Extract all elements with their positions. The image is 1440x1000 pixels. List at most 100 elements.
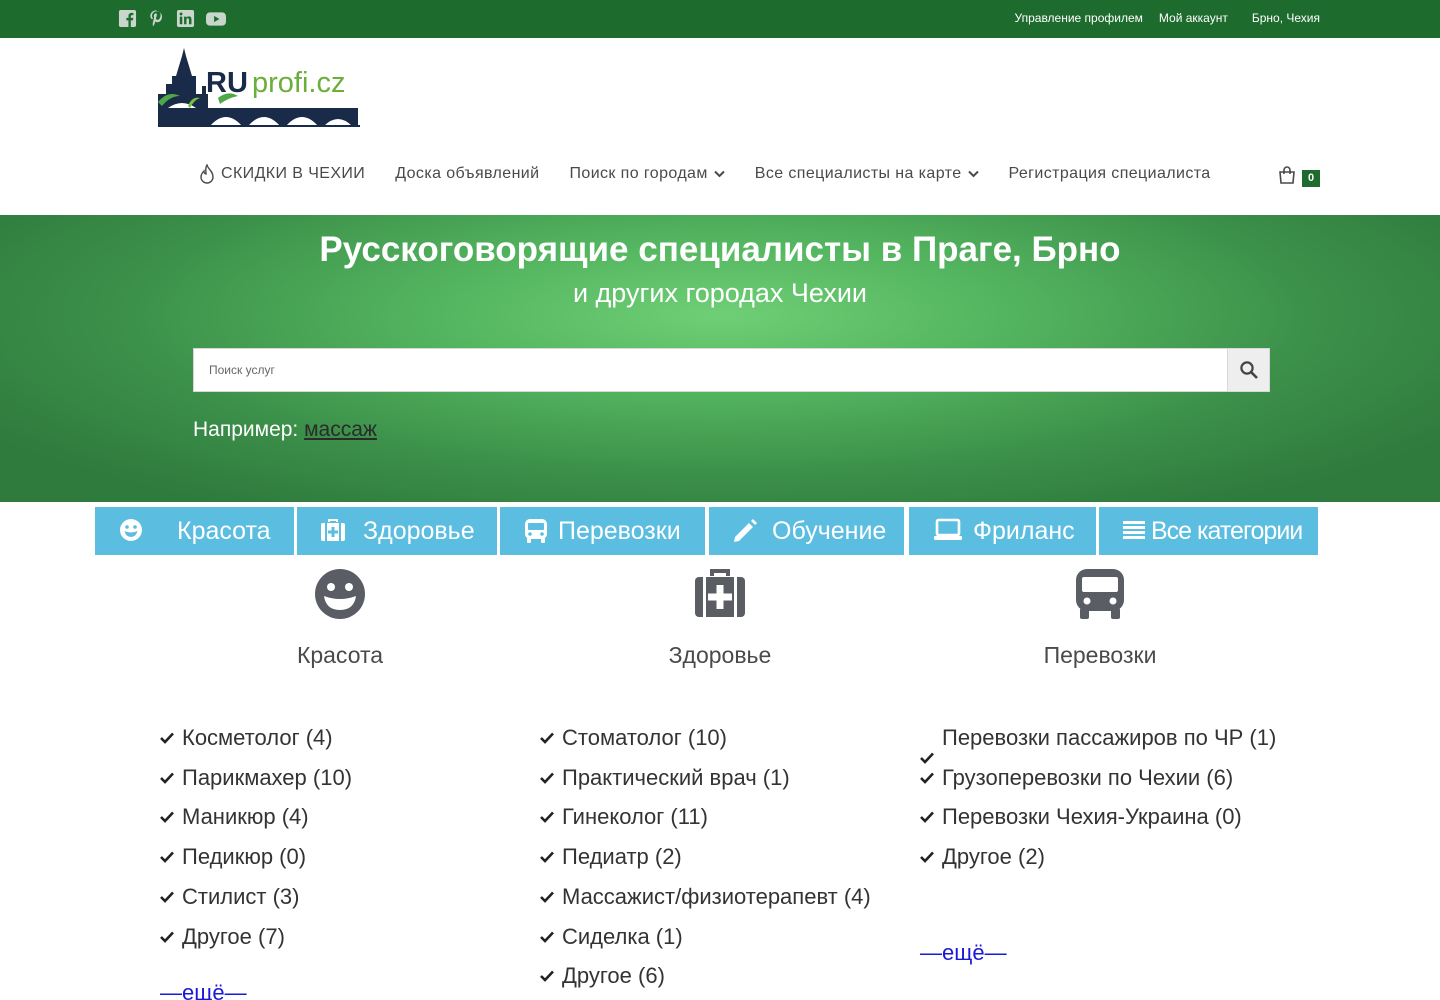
subcategory-list: Косметолог (4) Парикмахер (10) Маникюр (… (160, 718, 520, 956)
site-logo[interactable]: RU profi.cz (158, 46, 360, 130)
list-item-label: Другое (6) (562, 963, 665, 989)
tab-label: Перевозки (558, 517, 681, 545)
linkedin-icon[interactable] (176, 9, 195, 28)
check-icon (540, 812, 554, 824)
check-icon (160, 891, 174, 903)
list-item[interactable]: Другое (7) (160, 917, 520, 957)
hero-subtitle: и других городах Чехии (572, 278, 868, 308)
service-search (193, 348, 1270, 392)
list-item[interactable]: Сиделка (1) (540, 917, 900, 957)
list-item-label: Перевозки пассажиров по ЧР (1) (942, 725, 1277, 750)
nav-item-cities[interactable]: Поиск по городам (570, 165, 725, 183)
list-item-label: Стилист (3) (182, 883, 300, 909)
list-item-label: Грузоперевозки по Чехии (6) (942, 764, 1234, 790)
pinterest-icon[interactable] (147, 9, 166, 28)
facebook-icon[interactable] (118, 9, 137, 28)
example-link[interactable]: массаж (304, 418, 377, 441)
list-item[interactable]: Косметолог (4) (160, 718, 520, 758)
nav-label: Все специалисты на карте (754, 165, 962, 182)
more-link[interactable]: —ещё— (160, 980, 247, 1000)
nav-item-board[interactable]: Доска объявлений (395, 165, 539, 183)
search-example: Например: массаж (193, 418, 377, 442)
tab-label: Красота (177, 517, 271, 545)
top-bar: Управление профилем Мой аккаунт Брно, Че… (0, 0, 1440, 38)
nav-label: СКИДКИ В ЧЕХИИ (221, 165, 366, 182)
subcategory-list: Перевозки пассажиров по ЧР (1) Грузопере… (920, 718, 1280, 877)
city-selector[interactable]: Брно, Чехия (1252, 11, 1320, 25)
list-item-label: Сиделка (1) (562, 923, 683, 949)
list-item-label: Педиатр (2) (562, 844, 682, 870)
list-item[interactable]: Практический врач (1) (540, 758, 900, 798)
list-item[interactable]: Стоматолог (10) (540, 718, 900, 758)
list-item[interactable]: Педикюр (0) (160, 837, 520, 877)
list-item-label: Другое (7) (182, 923, 285, 949)
column-title[interactable]: Перевозки (920, 642, 1280, 669)
hero-banner: Русскоговорящие специалисты в Праге, Брн… (0, 215, 1440, 502)
check-icon (160, 851, 174, 863)
bus-icon (1076, 569, 1124, 619)
more-link[interactable]: —ещё— (920, 940, 1007, 966)
chevron-down-icon (967, 170, 979, 178)
bus-icon (525, 519, 547, 543)
list-item[interactable]: Парикмахер (10) (160, 758, 520, 798)
list-item-label: Парикмахер (10) (182, 764, 353, 790)
list-item[interactable]: Перевозки Чехия-Украина (0) (920, 797, 1280, 837)
list-item[interactable]: Маникюр (4) (160, 797, 520, 837)
tab-all-categories[interactable]: Все категории (1099, 507, 1318, 555)
nav-item-map[interactable]: Все специалисты на карте (755, 165, 979, 183)
list-item[interactable]: Грузоперевозки по Чехии (6) (920, 758, 1280, 798)
tab-beauty[interactable]: Красота (95, 507, 294, 555)
list-item[interactable]: Другое (6) (540, 956, 900, 996)
tab-label: Здоровье (363, 517, 475, 545)
hero-title: Русскоговорящие специалисты в Праге, Брн… (319, 230, 1121, 269)
check-icon (160, 812, 174, 824)
check-icon (540, 970, 554, 983)
list-item[interactable]: Стилист (3) (160, 877, 520, 917)
logo-text-ru: RU (206, 67, 248, 99)
laptop-icon (934, 518, 962, 540)
search-input[interactable] (194, 349, 1229, 391)
nav-item-register[interactable]: Регистрация специалиста (1009, 165, 1211, 183)
logo-text-rest: profi.cz (252, 67, 345, 99)
column-title[interactable]: Здоровье (540, 642, 900, 669)
list-item-label: Педикюр (0) (182, 844, 307, 870)
list-item[interactable]: Массажист/физиотерапевт (4) (540, 877, 900, 917)
list-item-label: Другое (2) (942, 844, 1045, 870)
medkit-icon (695, 569, 745, 617)
tab-education[interactable]: Обучение (709, 507, 904, 555)
check-icon (920, 851, 934, 863)
nav-item-discounts[interactable]: СКИДКИ В ЧЕХИИ (193, 164, 365, 184)
social-links (118, 9, 227, 28)
check-icon (920, 772, 934, 784)
list-item-label: Стоматолог (10) (562, 725, 727, 750)
nav-label: Поиск по городам (569, 165, 708, 182)
tab-health[interactable]: Здоровье (297, 507, 497, 555)
list-item[interactable]: Перевозки пассажиров по ЧР (1) (920, 718, 1280, 764)
list-item-label: Гинеколог (11) (562, 804, 708, 830)
youtube-icon[interactable] (205, 9, 227, 28)
manage-profile-link[interactable]: Управление профилем (1015, 11, 1143, 25)
cart-button[interactable]: 0 (1278, 166, 1320, 188)
tab-freelance[interactable]: Фриланс (909, 507, 1096, 555)
check-icon (540, 732, 554, 744)
cart-count-badge: 0 (1302, 170, 1320, 187)
grin-icon (120, 519, 142, 541)
list-item[interactable]: Гинеколог (11) (540, 797, 900, 837)
chevron-down-icon (714, 170, 725, 178)
medkit-icon (321, 519, 345, 541)
account-nav: Управление профилем Мой аккаунт Брно, Че… (1015, 11, 1320, 25)
search-button[interactable] (1227, 349, 1269, 391)
tab-label: Все категории (1151, 517, 1303, 545)
column-title[interactable]: Красота (160, 642, 520, 669)
list-item[interactable]: Другое (2) (920, 837, 1280, 877)
my-account-link[interactable]: Мой аккаунт (1159, 11, 1228, 25)
check-icon (160, 931, 174, 943)
main-nav: СКИДКИ В ЧЕХИИ Доска объявлений Поиск по… (193, 164, 1241, 184)
list-item-label: Практический врач (1) (562, 764, 790, 790)
check-icon (540, 851, 554, 863)
list-item[interactable]: Педиатр (2) (540, 837, 900, 877)
check-icon (540, 931, 554, 943)
search-icon (1239, 361, 1258, 379)
tab-transport[interactable]: Перевозки (500, 507, 705, 555)
shopping-bag-icon (1279, 166, 1295, 184)
